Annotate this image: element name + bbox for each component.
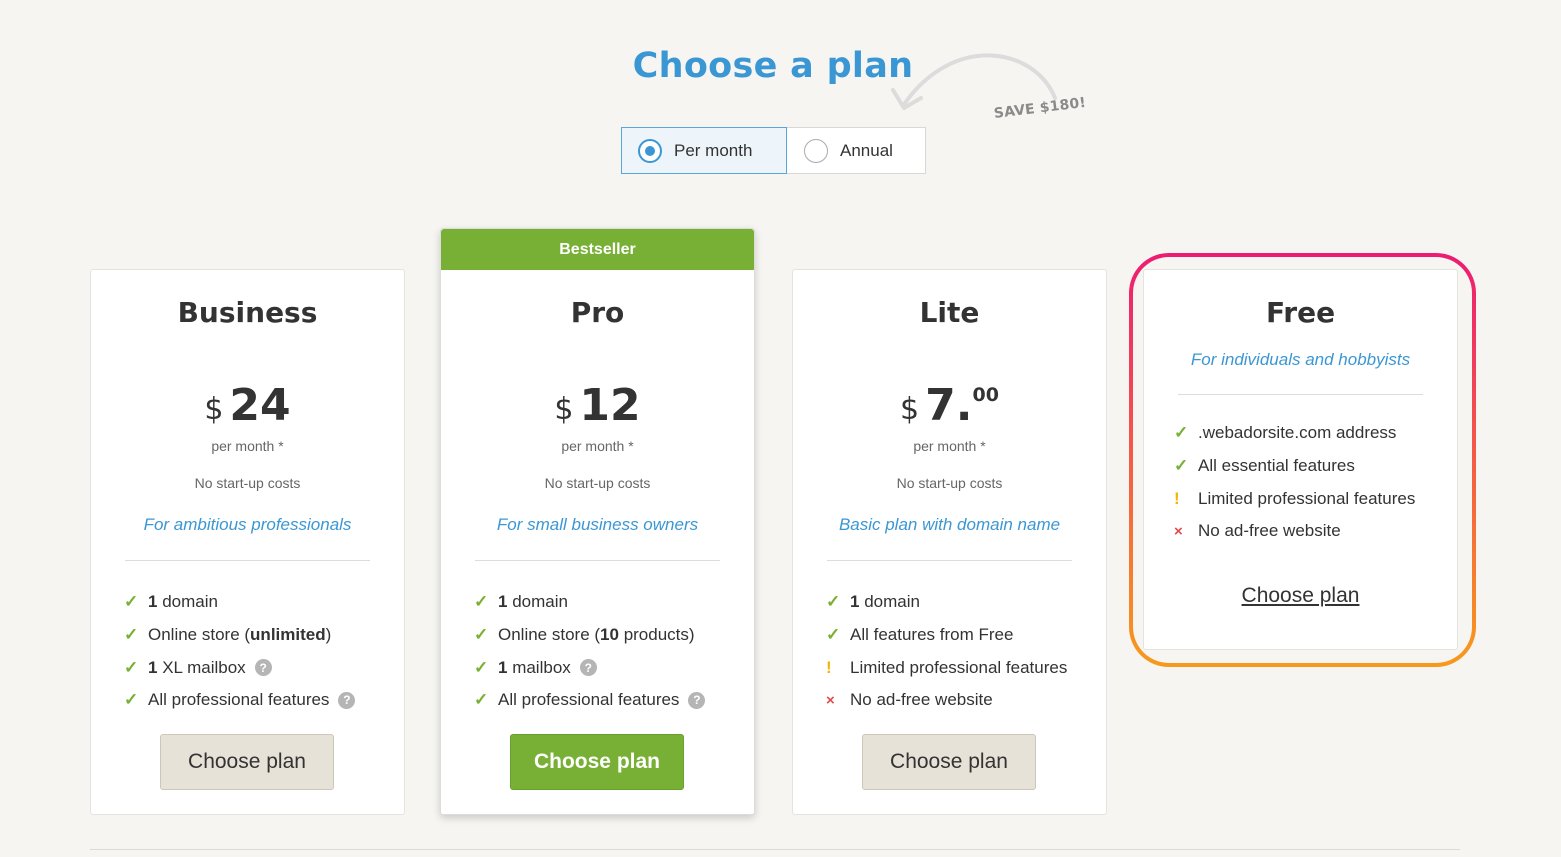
radio-empty-icon[interactable] [804,138,828,163]
help-icon[interactable]: ? [688,691,706,709]
plan-tagline: Basic plan with domain name [838,515,1061,534]
plan-name: Business [177,296,318,329]
divider [125,560,370,561]
radio-selected-icon[interactable] [638,138,662,163]
plan-price: $ 24 [91,380,404,432]
feature-item: ! Limited professional features [826,657,1068,677]
feature-list: ✓ 1 domain ✓ All features from Free ! Limit… [826,586,1067,717]
price-amount: 7. [925,380,973,431]
plan-tagline: For individuals and hobbyists [1190,350,1411,369]
choose-plan-button-pro[interactable]: Choose plan [510,734,684,790]
feature-list: ✓ 1 domain ✓ Online store (10 products) ✓ 1… [474,586,706,717]
feature-item: ! Limited professional features [1174,488,1416,508]
check-icon: ✓ [124,625,139,645]
price-period: per month * [561,438,634,454]
currency-symbol: $ [900,392,920,427]
billing-toggle: Per month Annual [621,127,926,174]
check-icon: ✓ [124,592,139,612]
choose-plan-button-lite[interactable]: Choose plan [862,734,1036,790]
check-icon: ✓ [474,657,489,677]
feature-item: ✓ 1 domain [474,592,568,612]
page-title: Choose a plan [632,46,914,86]
annual-option[interactable]: Annual [787,127,926,174]
feature-item: ✓ .webadorsite.com address [1174,423,1397,443]
feature-item: ✓ All features from Free [826,625,1014,645]
feature-item: ✓ 1 mailbox? [474,651,705,684]
section-divider [90,849,1460,850]
warning-icon: ! [826,657,832,677]
check-icon: ✓ [124,690,139,710]
plan-card-business: Business $ 24 per month * No start-up co… [90,269,405,815]
help-icon[interactable]: ? [338,691,356,709]
feature-item: ✓ 1 domain [124,592,218,612]
feature-list: ✓ 1 domain ✓ Online store (unlimited) ✓ 1 X… [124,586,356,717]
plan-card-pro: Bestseller Pro $ 12 per month * No start… [440,228,755,815]
currency-symbol: $ [554,392,574,427]
feature-item: ✓ All professional features? [474,684,706,717]
feature-item: ✓ 1 XL mailbox? [124,651,355,684]
annual-label: Annual [840,140,893,160]
choose-plan-button-business[interactable]: Choose plan [160,734,334,790]
divider [475,560,720,561]
divider [827,560,1072,561]
plan-tagline: For ambitious professionals [143,515,352,534]
per-month-label: Per month [674,140,753,160]
startup-note: No start-up costs [896,475,1003,491]
feature-item: ✓ All essential features [1174,456,1355,476]
help-icon[interactable]: ? [254,659,272,677]
startup-note: No start-up costs [544,475,651,491]
price-amount: 24 [229,380,291,431]
plan-tagline: For small business owners [496,515,699,534]
plan-name: Pro [570,296,625,329]
price-period: per month * [913,438,986,454]
feature-item: ✓ 1 domain [826,592,920,612]
check-icon: ✓ [124,657,139,677]
price-cents: 00 [972,384,999,406]
check-icon: ✓ [1174,456,1189,476]
feature-list: ✓ .webadorsite.com address ✓ All essential… [1174,417,1415,548]
price-period: per month * [211,438,284,454]
cross-icon: × [826,691,835,709]
check-icon: ✓ [474,625,489,645]
help-icon[interactable]: ? [579,659,597,677]
check-icon: ✓ [826,625,841,645]
feature-item: × No ad-free website [826,690,993,710]
choose-plan-link-free[interactable]: Choose plan [1144,584,1457,608]
plan-price: $ 12 [441,380,754,432]
check-icon: ✓ [474,592,489,612]
divider [1178,394,1423,395]
feature-item: ✓ Online store (10 products) [474,625,695,645]
price-amount: 12 [579,380,641,431]
plan-card-free: Free For individuals and hobbyists ✓ .web… [1143,269,1458,650]
plan-name: Free [1265,296,1336,329]
warning-icon: ! [1174,488,1180,508]
per-month-option[interactable]: Per month [621,127,787,174]
cross-icon: × [1174,522,1183,540]
currency-symbol: $ [204,392,224,427]
check-icon: ✓ [474,690,489,710]
feature-item: ✓ All professional features? [124,684,356,717]
plan-name: Lite [919,296,980,329]
startup-note: No start-up costs [194,475,301,491]
check-icon: ✓ [1174,423,1189,443]
check-icon: ✓ [826,592,841,612]
plan-card-lite: Lite $ 7. 00 per month * No start-up cos… [792,269,1107,815]
bestseller-badge: Bestseller [441,229,754,270]
plan-price: $ 7. 00 [793,380,1106,432]
feature-item: ✓ Online store (unlimited) [124,625,332,645]
feature-item: × No ad-free website [1174,521,1341,541]
